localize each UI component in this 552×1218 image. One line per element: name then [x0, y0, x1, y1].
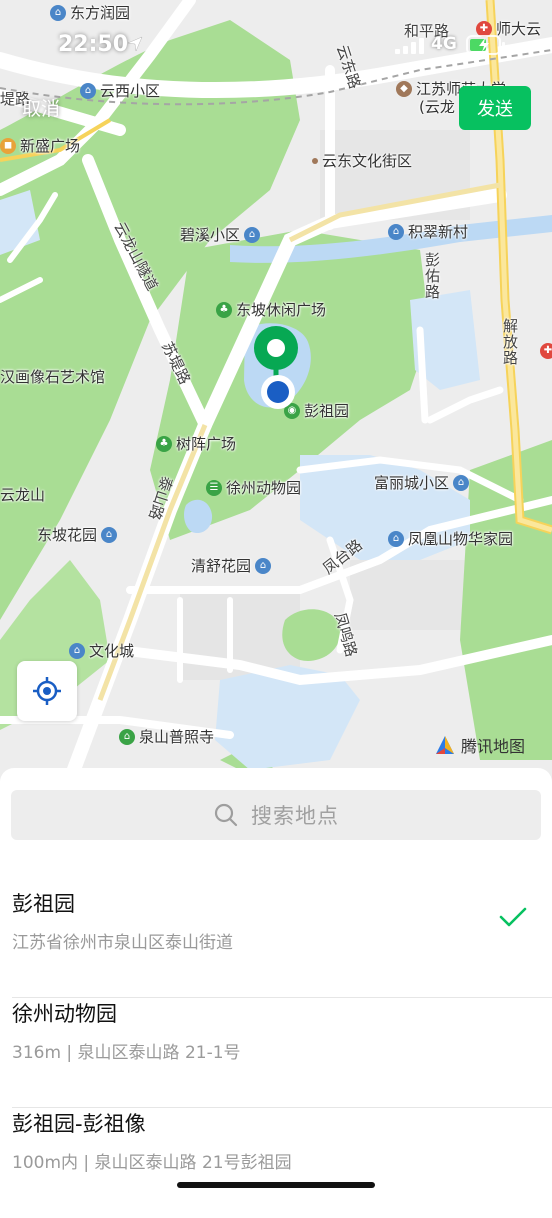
- map-label-shuzhen[interactable]: ♣ 树阵广场: [156, 433, 236, 454]
- map-attribution-text: 腾讯地图: [461, 737, 526, 756]
- locate-button[interactable]: [17, 661, 77, 721]
- poi-dot-icon: [312, 157, 318, 164]
- map-label-red-poi[interactable]: ✚: [540, 343, 552, 359]
- home-indicator[interactable]: [177, 1182, 375, 1188]
- tencent-map-logo-icon: [436, 736, 454, 754]
- map-label-qingshu[interactable]: 清舒花园 ⌂: [191, 555, 272, 576]
- result-address: 江苏省徐州市泉山区泰山街道: [12, 933, 233, 953]
- search-input[interactable]: 搜索地点: [11, 790, 541, 840]
- poi-temple-icon: ⌂: [119, 728, 135, 745]
- map-label-jicui[interactable]: ⌂ 积翠新村: [388, 221, 468, 242]
- send-button[interactable]: 发送: [459, 86, 531, 130]
- search-icon: [214, 803, 238, 827]
- search-placeholder: 搜索地点: [251, 804, 339, 828]
- map-label-yunlongshan: 云龙山: [0, 486, 46, 504]
- result-name: 彭祖园-彭祖像: [12, 1112, 146, 1136]
- location-arrow-icon: [127, 36, 143, 52]
- map-label-bixi[interactable]: 碧溪小区 ⌂: [180, 224, 261, 245]
- result-address: 316m | 泉山区泰山路 21-1号: [12, 1043, 241, 1063]
- location-bottom-sheet: 搜索地点 彭祖园 江苏省徐州市泉山区泰山街道 徐州动物园 316m | 泉山区泰…: [0, 768, 552, 1200]
- map-label-fenghuangshan[interactable]: ⌂ 凤凰山物华家园: [388, 528, 513, 549]
- poi-building-icon: ⌂: [69, 642, 85, 659]
- poi-building-icon: ⌂: [244, 226, 261, 243]
- poi-building-icon: ⌂: [388, 530, 404, 547]
- poi-building-icon: ⌂: [453, 474, 470, 491]
- map-label-dongpo-square[interactable]: ♣ 东坡休闲广场: [216, 299, 326, 320]
- result-name: 彭祖园: [12, 892, 75, 916]
- result-item[interactable]: 彭祖园-彭祖像 100m内 | 泉山区泰山路 21号彭祖园: [0, 1108, 552, 1218]
- map-label-dongpo-garden[interactable]: 东坡花园 ⌂: [37, 524, 118, 545]
- map-label-fulicheng[interactable]: 富丽城小区 ⌂: [374, 472, 470, 493]
- poi-hospital-icon: ✚: [540, 343, 552, 359]
- map-attribution: 腾讯地图: [434, 733, 525, 757]
- poi-building-icon: ⌂: [101, 526, 118, 543]
- cancel-button[interactable]: 取消: [22, 94, 60, 121]
- map-label-hanhuaxiang: 汉画像石艺术馆: [0, 368, 106, 386]
- map-label-xinsheng[interactable]: ◼ 新盛广场: [0, 135, 80, 156]
- map-label-pengyoulu: 彭佑路: [423, 252, 441, 300]
- map-label-jiangsushifan-sub: (云龙: [419, 98, 455, 116]
- poi-shopping-icon: ◼: [0, 137, 16, 154]
- locate-icon: [33, 677, 61, 705]
- poi-building-icon: ⌂: [388, 223, 404, 240]
- poi-park-icon: ♣: [216, 301, 232, 318]
- map-label-quanshan-temple[interactable]: ⌂ 泉山普照寺: [119, 726, 214, 747]
- result-item[interactable]: 彭祖园 江苏省徐州市泉山区泰山街道: [0, 888, 552, 998]
- map-label-wenhuacheng[interactable]: ⌂ 文化城: [69, 640, 134, 661]
- status-network: 4G: [431, 34, 457, 54]
- map-label-xuzhou-zoo[interactable]: ☰ 徐州动物园: [206, 477, 301, 498]
- status-time: 22:50: [58, 32, 129, 57]
- current-location-icon: [261, 375, 295, 409]
- result-item[interactable]: 徐州动物园 316m | 泉山区泰山路 21-1号: [0, 998, 552, 1108]
- poi-building-icon: ⌂: [255, 557, 272, 574]
- signal-icon: [395, 38, 424, 54]
- poi-park-icon: ♣: [156, 435, 172, 452]
- checkmark-icon: [499, 907, 527, 927]
- result-name: 徐州动物园: [12, 1002, 117, 1026]
- map-label-yundongwenhua[interactable]: 云东文化街区: [312, 150, 412, 171]
- result-address: 100m内 | 泉山区泰山路 21号彭祖园: [12, 1153, 292, 1173]
- poi-zoo-icon: ☰: [206, 479, 222, 496]
- map-label-jiefanglu: 解放路: [501, 318, 519, 366]
- battery-icon: [466, 35, 505, 55]
- status-bar: 22:50 4G: [0, 0, 552, 90]
